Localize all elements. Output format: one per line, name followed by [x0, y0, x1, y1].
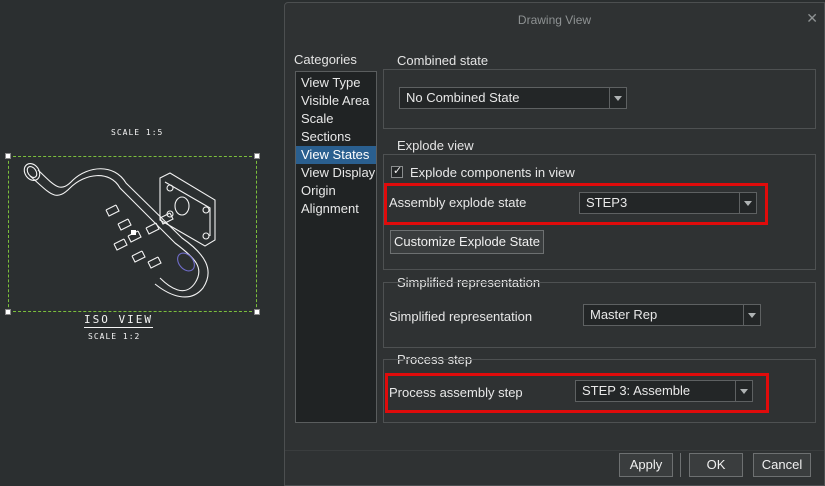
resize-handle-top-left[interactable]	[5, 153, 11, 159]
process-assembly-step-select[interactable]: STEP 3: Assemble	[575, 380, 753, 402]
chevron-down-icon	[743, 305, 760, 325]
assembly-explode-state-select[interactable]: STEP3	[579, 192, 757, 214]
scale-top-label: SCALE 1:5	[111, 128, 164, 137]
combined-state-value: No Combined State	[406, 90, 520, 105]
categories-label: Categories	[294, 52, 357, 67]
category-alignment[interactable]: Alignment	[296, 200, 376, 218]
ok-button[interactable]: OK	[689, 453, 743, 477]
assembly-explode-state-label: Assembly explode state	[389, 195, 527, 210]
combined-state-select[interactable]: No Combined State	[399, 87, 627, 109]
category-origin[interactable]: Origin	[296, 182, 376, 200]
close-icon[interactable]: ✕	[806, 10, 818, 27]
categories-list: View Type Visible Area Scale Sections Vi…	[295, 71, 377, 423]
view-scale-label: SCALE 1:2	[88, 332, 141, 341]
category-view-display[interactable]: View Display	[296, 164, 376, 182]
dialog-titlebar[interactable]: Drawing View ✕	[285, 3, 824, 37]
dialog-title: Drawing View	[517, 13, 592, 27]
explode-components-label: Explode components in view	[410, 165, 575, 180]
simplified-rep-value: Master Rep	[590, 307, 658, 322]
view-name-label: ISO VIEW	[84, 313, 153, 328]
process-assembly-step-label: Process assembly step	[389, 385, 523, 400]
category-view-states[interactable]: View States	[296, 146, 376, 164]
resize-handle-bottom-right[interactable]	[254, 309, 260, 315]
category-sections[interactable]: Sections	[296, 128, 376, 146]
footer-divider	[285, 450, 824, 451]
apply-button[interactable]: Apply	[619, 453, 673, 477]
explode-view-title: Explode view	[397, 138, 474, 153]
footer-separator	[680, 453, 681, 477]
drawing-canvas[interactable]: SCALE 1:5 ISO VIEW SCALE 1:2	[0, 0, 284, 486]
category-visible-area[interactable]: Visible Area	[296, 92, 376, 110]
combined-state-title: Combined state	[397, 53, 489, 68]
chevron-down-icon	[739, 193, 756, 213]
explode-components-checkbox[interactable]	[391, 164, 403, 178]
chevron-down-icon	[735, 381, 752, 401]
simplified-rep-select[interactable]: Master Rep	[583, 304, 761, 326]
resize-handle-top-right[interactable]	[254, 153, 260, 159]
resize-handle-bottom-left[interactable]	[5, 309, 11, 315]
drawing-view-dialog: Drawing View ✕ Categories View Type Visi…	[284, 2, 825, 486]
customize-explode-state-button[interactable]: Customize Explode State	[390, 230, 544, 254]
chevron-down-icon	[609, 88, 626, 108]
category-view-type[interactable]: View Type	[296, 74, 376, 92]
view-outline-box[interactable]	[8, 156, 257, 312]
assembly-explode-state-value: STEP3	[586, 195, 628, 210]
category-scale[interactable]: Scale	[296, 110, 376, 128]
cancel-button[interactable]: Cancel	[753, 453, 811, 477]
simplified-rep-label: Simplified representation	[389, 309, 533, 324]
process-assembly-step-value: STEP 3: Assemble	[582, 383, 691, 398]
